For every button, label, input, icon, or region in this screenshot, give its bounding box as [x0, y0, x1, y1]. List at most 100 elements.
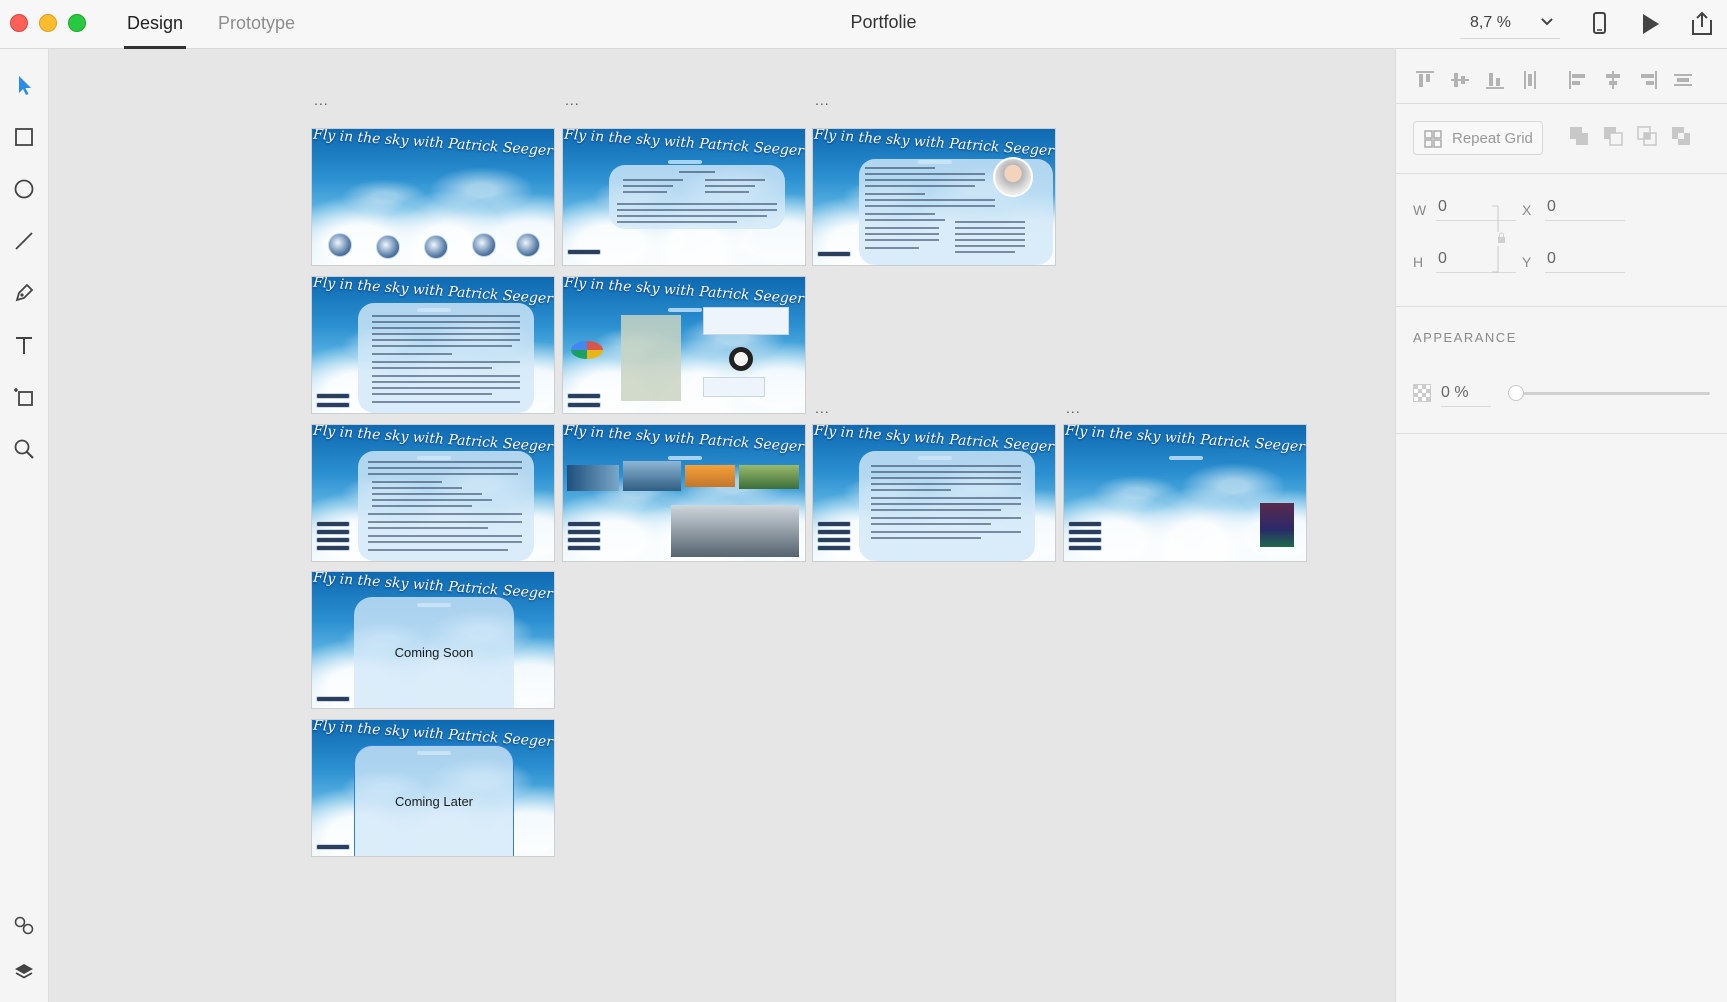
tab-design[interactable]: Design — [124, 0, 187, 49]
y-field[interactable]: 0 — [1545, 247, 1625, 273]
image-thumbnail — [567, 465, 619, 491]
tool-bar — [0, 49, 49, 1002]
tab-prototype[interactable]: Prototype — [215, 0, 298, 49]
artboard-menu-dots[interactable]: ... — [565, 92, 580, 108]
repeat-grid-label: Repeat Grid — [1452, 130, 1533, 147]
zoom-icon[interactable] — [8, 433, 40, 465]
content-panel — [859, 451, 1035, 561]
ellipse-icon[interactable] — [8, 173, 40, 205]
content-panel — [358, 303, 534, 413]
chevron-down-icon — [1540, 15, 1554, 34]
artboard-nav-button — [817, 251, 851, 257]
artboard-menu-dots[interactable]: ... — [314, 92, 329, 108]
artboard-menu-dots[interactable]: ... — [815, 92, 830, 108]
title-bar: Design Prototype Portfolie 8,7 % — [0, 0, 1727, 49]
canvas[interactable]: ... ... ... ... ... Fly in the sky with … — [49, 49, 1395, 1002]
profile-photo — [993, 157, 1033, 197]
share-icon[interactable] — [1688, 10, 1716, 38]
artboard-nav-button — [316, 844, 350, 850]
artboard-nav-button — [817, 545, 851, 551]
artboard-icon[interactable] — [8, 381, 40, 413]
artboard-cv[interactable]: Fly in the sky with Patrick Seeger — [813, 129, 1055, 265]
artboard-title: Fly in the sky with Patrick Seeger — [813, 129, 1055, 160]
artboard-nav-button — [567, 537, 601, 543]
whiteboard-photo — [621, 315, 681, 401]
artboard-nav-button — [567, 249, 601, 255]
nav-circle — [328, 233, 352, 257]
align-left-icon[interactable] — [1565, 67, 1591, 93]
align-center-icon[interactable] — [1600, 67, 1626, 93]
artboard-flow-3[interactable]: Fly in the sky with Patrick Seeger Comin… — [312, 720, 554, 856]
artboard-nav-button — [1068, 545, 1102, 551]
close-window-button[interactable] — [10, 14, 28, 32]
artboard-menu-dots[interactable]: ... — [1066, 400, 1081, 416]
repeat-grid-icon — [1424, 130, 1442, 148]
artboard-title: Fly in the sky with Patrick Seeger — [563, 129, 805, 160]
align-bottom-icon[interactable] — [1482, 67, 1508, 93]
play-icon[interactable] — [1636, 10, 1664, 38]
distribute-vertical-icon[interactable] — [1517, 67, 1543, 93]
maximize-window-button[interactable] — [68, 14, 86, 32]
intersect-boolean-icon[interactable] — [1636, 125, 1662, 151]
kahoot-logo — [571, 341, 603, 359]
zoom-value: 8,7 % — [1470, 14, 1511, 31]
align-right-icon[interactable] — [1635, 67, 1661, 93]
artboard-nav-button — [567, 402, 601, 408]
artboard-nav-button — [316, 529, 350, 535]
assets-icon[interactable] — [8, 909, 40, 941]
text-icon[interactable] — [8, 329, 40, 361]
artboard-flow-1-3[interactable]: Fly in the sky with Patrick Seeger — [1064, 425, 1306, 561]
line-icon[interactable] — [8, 225, 40, 257]
opacity-slider-handle[interactable] — [1508, 385, 1524, 401]
align-middle-icon[interactable] — [1447, 67, 1473, 93]
opacity-field[interactable]: 0 % — [1441, 382, 1491, 407]
artboard-nav-button — [1068, 521, 1102, 527]
opacity-slider-track[interactable] — [1514, 392, 1710, 395]
artboard-flow-1-2[interactable]: Fly in the sky with Patrick Seeger — [813, 425, 1055, 561]
artboard-intro-projects[interactable]: Fly in the sky with Patrick Seeger — [563, 277, 805, 413]
subtract-boolean-icon[interactable] — [1602, 125, 1628, 151]
artboard-nav-button — [316, 545, 350, 551]
content-panel — [609, 165, 785, 229]
add-boolean-icon[interactable] — [1568, 125, 1594, 151]
artboard-nav-button — [567, 545, 601, 551]
artboard-title: Fly in the sky with Patrick Seeger — [312, 129, 554, 160]
artboard-nav-button — [316, 696, 350, 702]
coming-soon-panel: Coming Soon — [354, 597, 514, 708]
artboard-title: Fly in the sky with Patrick Seeger — [563, 425, 805, 456]
width-label: W — [1413, 202, 1427, 218]
artboard-home[interactable]: Fly in the sky with Patrick Seeger — [312, 129, 554, 265]
select-arrow-icon[interactable] — [8, 69, 40, 101]
opacity-icon — [1413, 384, 1431, 407]
artboard-nav-button — [316, 402, 350, 408]
screenshot-thumbnail — [703, 377, 765, 397]
artboard-introduction[interactable]: Fly in the sky with Patrick Seeger — [312, 277, 554, 413]
artboard-nav-button — [316, 393, 350, 399]
exclude-boolean-icon[interactable] — [1670, 125, 1696, 151]
nav-circle — [424, 235, 448, 259]
artboard-about-me[interactable]: Fly in the sky with Patrick Seeger — [563, 129, 805, 265]
height-label: H — [1413, 254, 1424, 270]
artboard-nav-button — [817, 521, 851, 527]
y-label: Y — [1522, 254, 1532, 270]
artboard-nav-button — [567, 393, 601, 399]
artboard-flow-1-1[interactable]: Fly in the sky with Patrick Seeger — [563, 425, 805, 561]
lock-aspect-icon[interactable] — [1492, 204, 1506, 279]
artboard-menu-dots[interactable]: ... — [815, 400, 830, 416]
coming-later-panel[interactable]: Coming Later — [354, 745, 514, 856]
align-top-icon[interactable] — [1412, 67, 1438, 93]
artboard-nav-button — [567, 521, 601, 527]
pen-icon[interactable] — [8, 277, 40, 309]
minimize-window-button[interactable] — [39, 14, 57, 32]
artboard-flow-1[interactable]: Fly in the sky with Patrick Seeger — [312, 425, 554, 561]
device-preview-icon[interactable] — [1585, 10, 1613, 38]
rectangle-icon[interactable] — [8, 121, 40, 153]
artboard-nav-button — [316, 537, 350, 543]
artboard-nav-button — [1068, 537, 1102, 543]
layers-icon[interactable] — [8, 956, 40, 988]
repeat-grid-button[interactable]: Repeat Grid — [1413, 121, 1543, 155]
distribute-horizontal-icon[interactable] — [1670, 67, 1696, 93]
x-field[interactable]: 0 — [1545, 195, 1625, 221]
artboard-flow-2[interactable]: Fly in the sky with Patrick Seeger Comin… — [312, 572, 554, 708]
zoom-select[interactable]: 8,7 % — [1460, 10, 1560, 39]
